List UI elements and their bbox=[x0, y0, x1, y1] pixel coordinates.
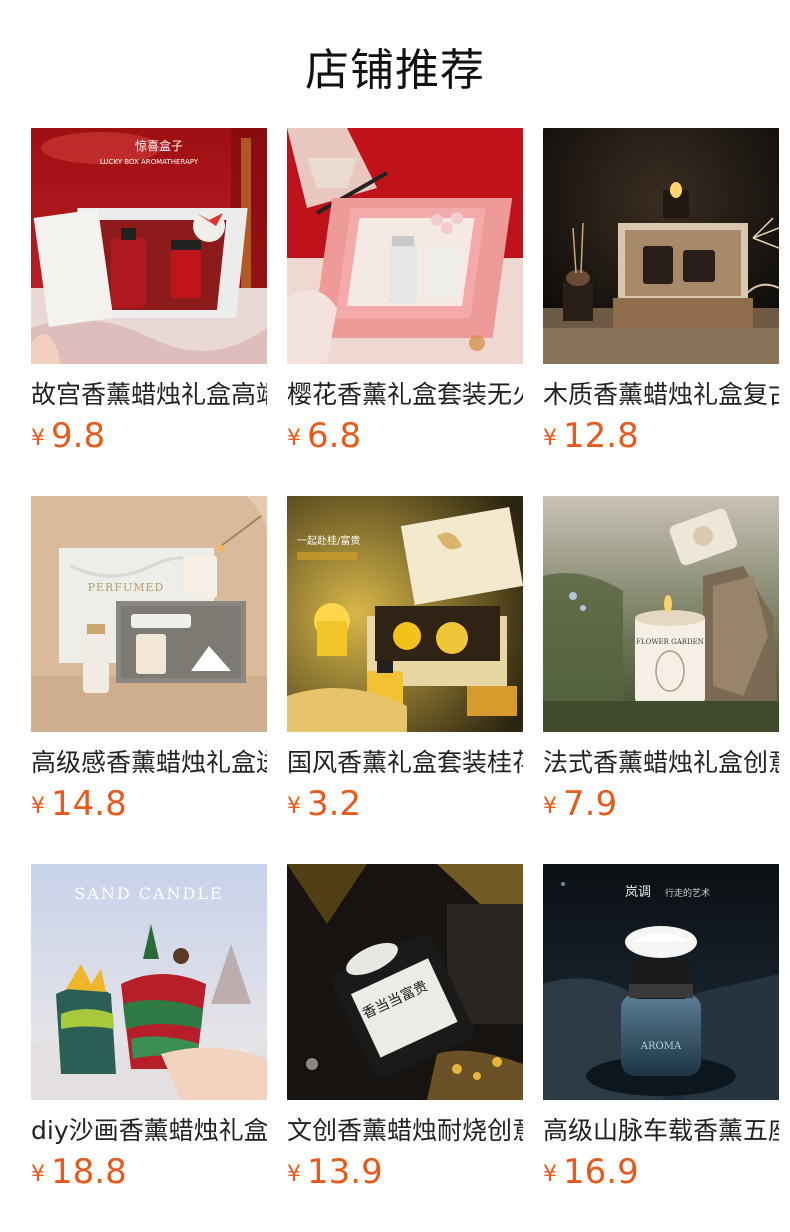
product-card[interactable]: 香当当富贵 文创香薰蜡烛耐烧创意 ¥13.9 bbox=[287, 864, 523, 1232]
price-value: 3.2 bbox=[307, 784, 362, 824]
product-name[interactable]: 法式香薰蜡烛礼盒创意 bbox=[543, 746, 779, 780]
image-caption: 一起赴桂/富贵 bbox=[297, 534, 360, 547]
perfumed-gift-box-image: PERFUMED bbox=[31, 496, 267, 732]
product-price: ¥13.9 bbox=[287, 1152, 523, 1192]
store-recommendations-page: 店铺推荐 惊喜盒子 LUCKY BOX AROMATHERAPY 故宫香薰蜡烛礼… bbox=[0, 0, 790, 1232]
product-grid: 惊喜盒子 LUCKY BOX AROMATHERAPY 故宫香薰蜡烛礼盒高端 ¥… bbox=[31, 128, 779, 1232]
price-value: 14.8 bbox=[51, 784, 127, 824]
product-card[interactable]: SAND CANDLE diy沙画香薰蜡烛礼盒 ¥18.8 bbox=[31, 864, 267, 1232]
product-name[interactable]: 木质香薰蜡烛礼盒复古 bbox=[543, 378, 779, 412]
red-gift-box-image: 惊喜盒子 LUCKY BOX AROMATHERAPY bbox=[31, 128, 267, 364]
product-image[interactable] bbox=[543, 128, 779, 364]
product-name[interactable]: diy沙画香薰蜡烛礼盒 bbox=[31, 1114, 267, 1148]
image-caption: 岚调 bbox=[625, 885, 651, 900]
currency-symbol: ¥ bbox=[287, 426, 301, 451]
currency-symbol: ¥ bbox=[31, 794, 45, 819]
currency-symbol: ¥ bbox=[287, 1162, 301, 1187]
wooden-gift-box-image bbox=[543, 128, 779, 364]
product-name[interactable]: 高级山脉车载香薰五座 bbox=[543, 1114, 779, 1148]
product-card[interactable]: 惊喜盒子 LUCKY BOX AROMATHERAPY 故宫香薰蜡烛礼盒高端 ¥… bbox=[31, 128, 267, 496]
product-card[interactable]: 岚调 行走的艺术 AROMA 高级山脉车载香薰五座 ¥16.9 bbox=[543, 864, 779, 1232]
image-caption: FLOWER GARDEN bbox=[636, 638, 704, 646]
product-image[interactable]: PERFUMED bbox=[31, 496, 267, 732]
price-value: 18.8 bbox=[51, 1152, 127, 1192]
product-image[interactable] bbox=[287, 128, 523, 364]
currency-symbol: ¥ bbox=[543, 1162, 557, 1187]
product-price: ¥7.9 bbox=[543, 784, 779, 824]
product-image[interactable]: SAND CANDLE bbox=[31, 864, 267, 1100]
product-price: ¥18.8 bbox=[31, 1152, 267, 1192]
image-caption: PERFUMED bbox=[88, 581, 165, 594]
price-value: 16.9 bbox=[563, 1152, 639, 1192]
image-caption-2: LUCKY BOX AROMATHERAPY bbox=[100, 158, 199, 166]
currency-symbol: ¥ bbox=[31, 426, 45, 451]
product-image[interactable]: 香当当富贵 bbox=[287, 864, 523, 1100]
product-image[interactable]: 岚调 行走的艺术 AROMA bbox=[543, 864, 779, 1100]
flower-garden-candle-image: FLOWER GARDEN bbox=[543, 496, 779, 732]
product-image[interactable]: FLOWER GARDEN bbox=[543, 496, 779, 732]
car-aroma-diffuser-image: 岚调 行走的艺术 AROMA bbox=[543, 864, 779, 1100]
sand-candle-image: SAND CANDLE bbox=[31, 864, 267, 1100]
currency-symbol: ¥ bbox=[31, 1162, 45, 1187]
image-caption: 惊喜盒子 bbox=[135, 138, 183, 153]
cultural-candle-jar-image: 香当当富贵 bbox=[287, 864, 523, 1100]
product-card[interactable]: 木质香薰蜡烛礼盒复古 ¥12.8 bbox=[543, 128, 779, 496]
pink-gift-box-image bbox=[287, 128, 523, 364]
product-price: ¥6.8 bbox=[287, 416, 523, 456]
product-price: ¥14.8 bbox=[31, 784, 267, 824]
product-card[interactable]: 一起赴桂/富贵 国风香薰礼盒套装桂花 ¥ 3.2 bbox=[287, 496, 523, 864]
image-caption-3: AROMA bbox=[640, 1041, 682, 1052]
price-value: 9.8 bbox=[51, 416, 106, 456]
price-value: 13.9 bbox=[307, 1152, 383, 1192]
product-name[interactable]: 樱花香薰礼盒套装无火 bbox=[287, 378, 523, 412]
product-name[interactable]: 文创香薰蜡烛耐烧创意 bbox=[287, 1114, 523, 1148]
image-caption: SAND CANDLE bbox=[74, 884, 223, 903]
product-price: ¥3.2 bbox=[287, 784, 523, 824]
price-value: 7.9 bbox=[563, 784, 618, 824]
product-price: ¥9.8 bbox=[31, 416, 267, 456]
product-price: ¥12.8 bbox=[543, 416, 779, 456]
price-value: 6.8 bbox=[307, 416, 362, 456]
product-price: ¥16.9 bbox=[543, 1152, 779, 1192]
image-caption-2: 行走的艺术 bbox=[665, 887, 710, 899]
osmanthus-gift-box-image: 一起赴桂/富贵 bbox=[287, 496, 523, 732]
product-image[interactable]: 惊喜盒子 LUCKY BOX AROMATHERAPY bbox=[31, 128, 267, 364]
product-image[interactable]: 一起赴桂/富贵 bbox=[287, 496, 523, 732]
product-card[interactable]: 樱花香薰礼盒套装无火 ¥6.8 bbox=[287, 128, 523, 496]
section-title: 店铺推荐 bbox=[305, 45, 485, 96]
product-name[interactable]: 故宫香薰蜡烛礼盒高端 bbox=[31, 378, 267, 412]
product-card[interactable]: FLOWER GARDEN 法式香薰蜡烛礼盒创意 ¥7.9 bbox=[543, 496, 779, 864]
currency-symbol: ¥ bbox=[543, 426, 557, 451]
currency-symbol: ¥ bbox=[543, 794, 557, 819]
currency-symbol: ¥ bbox=[287, 794, 301, 819]
product-name[interactable]: 国风香薰礼盒套装桂花 bbox=[287, 746, 523, 780]
product-card[interactable]: PERFUMED 高级感香薰蜡烛礼盒送 ¥14.8 bbox=[31, 496, 267, 864]
price-value: 12.8 bbox=[563, 416, 639, 456]
product-name[interactable]: 高级感香薰蜡烛礼盒送 bbox=[31, 746, 267, 780]
